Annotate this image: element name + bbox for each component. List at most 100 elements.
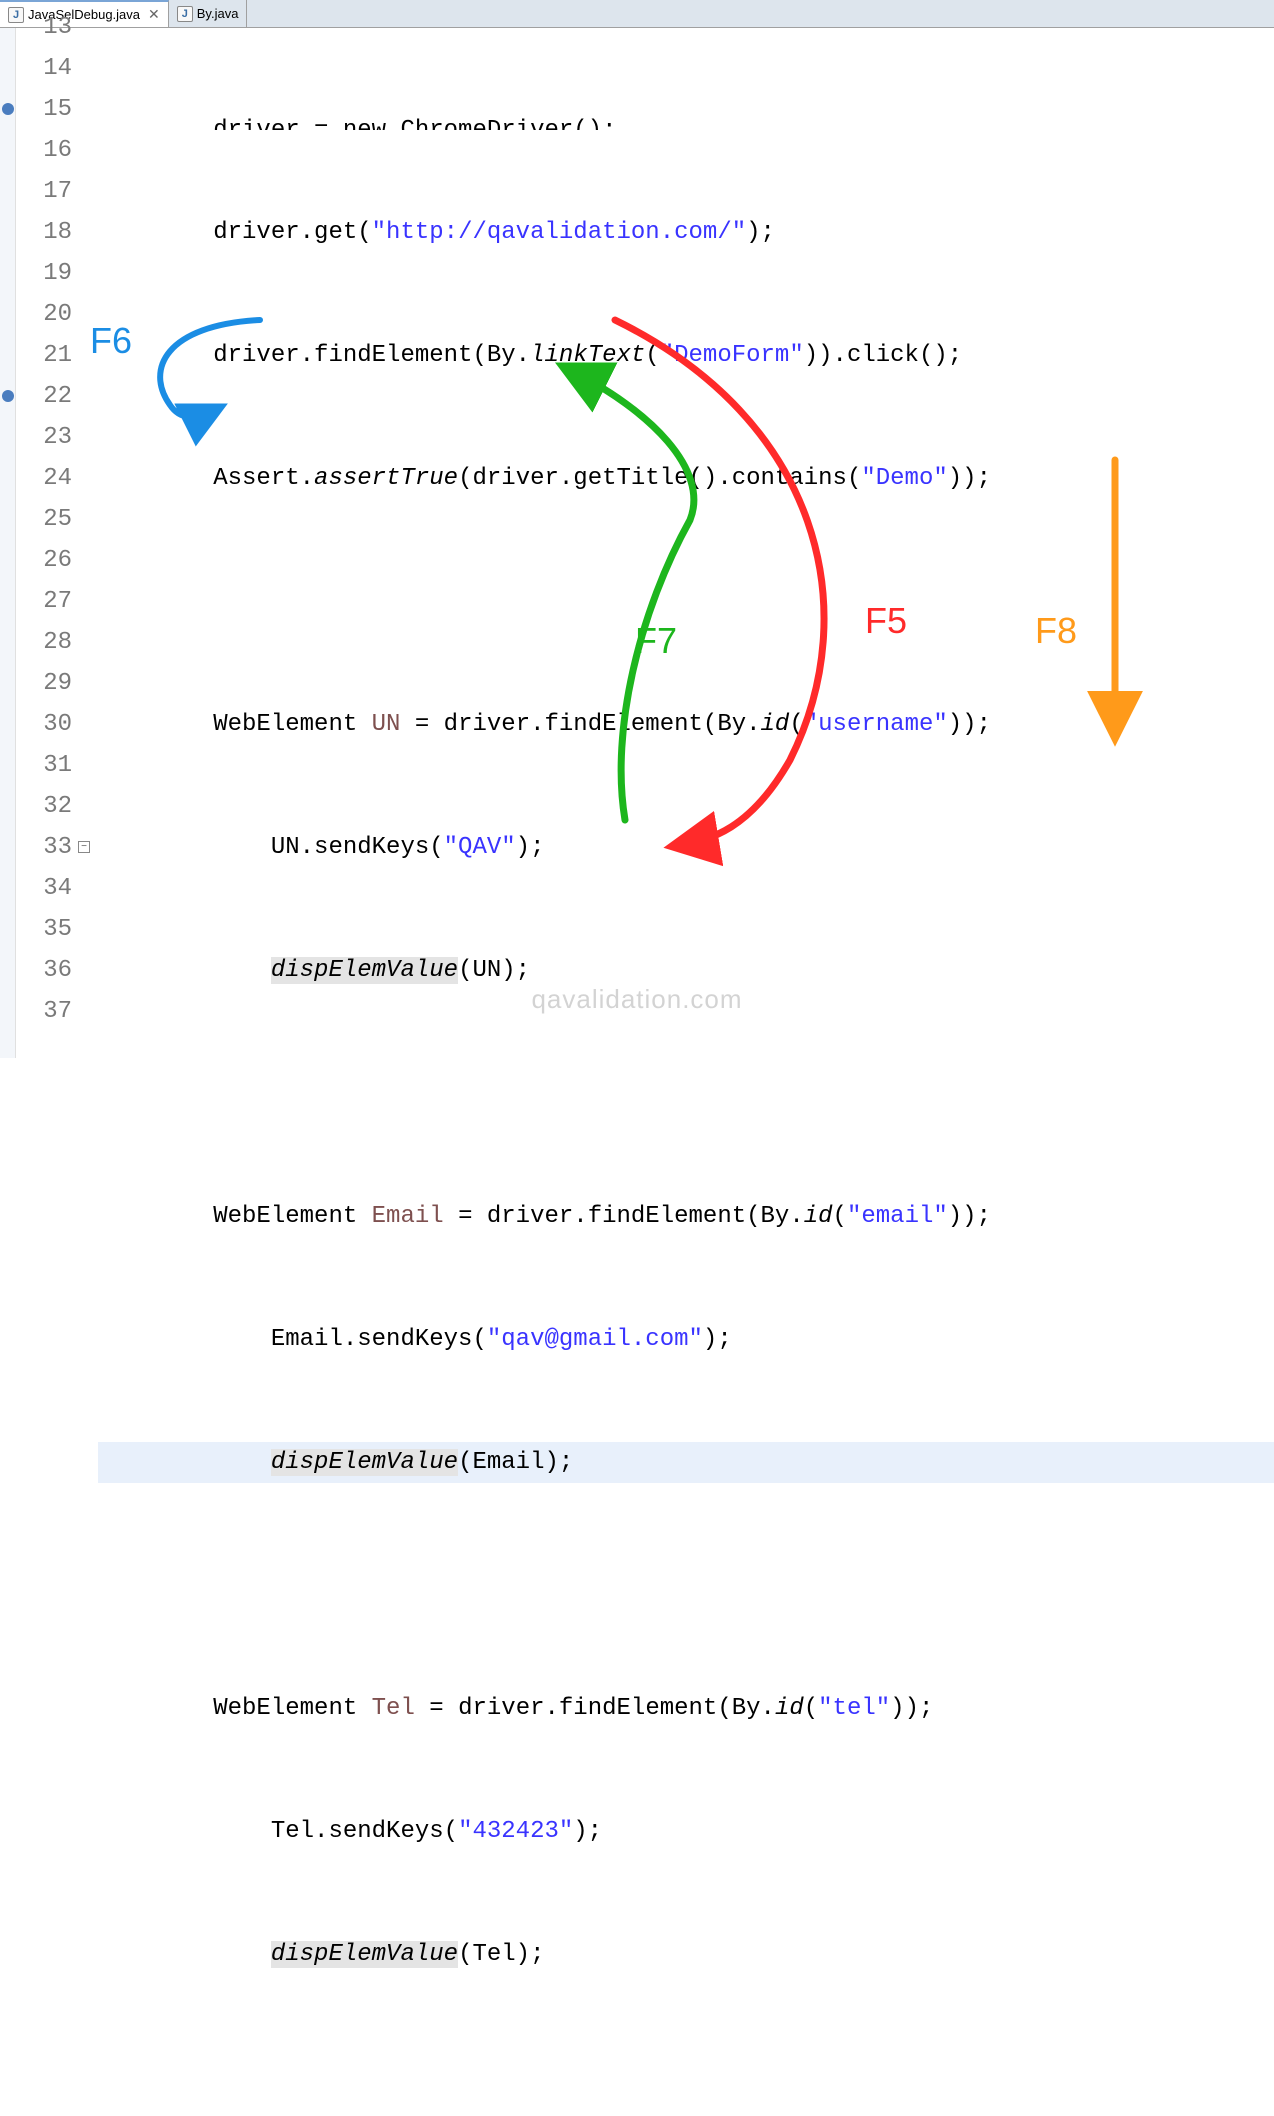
breakpoint-icon[interactable]	[2, 103, 14, 115]
gutter-marker-row[interactable]	[0, 335, 15, 376]
gutter-marker-row[interactable]	[0, 212, 15, 253]
gutter-marker-row[interactable]	[0, 171, 15, 212]
line-number: 27	[16, 581, 72, 622]
fold-row	[76, 171, 92, 212]
gutter-marker-row[interactable]	[0, 704, 15, 745]
gutter-marker-row[interactable]	[0, 950, 15, 991]
gutter-fold: −	[76, 28, 92, 1058]
line-number: 16	[16, 130, 72, 171]
annotation-f6: F6	[90, 320, 132, 362]
line-number: 14	[16, 48, 72, 89]
gutter-marker-row[interactable]	[0, 745, 15, 786]
java-file-icon: J	[8, 7, 24, 23]
close-icon[interactable]: ✕	[148, 6, 160, 23]
fold-row	[76, 48, 92, 89]
code-line: dispElemValue(UN);	[98, 950, 1274, 991]
java-file-icon: J	[177, 6, 193, 22]
gutter-markers	[0, 28, 16, 1058]
gutter-marker-row[interactable]	[0, 376, 15, 417]
fold-row	[76, 950, 92, 991]
gutter-marker-row[interactable]	[0, 622, 15, 663]
line-number: 28	[16, 622, 72, 663]
editor-tabs: J JavaSelDebug.java ✕ J By.java	[0, 0, 1274, 28]
gutter-marker-row[interactable]	[0, 253, 15, 294]
gutter-marker-row[interactable]	[0, 868, 15, 909]
gutter-marker-row[interactable]	[0, 581, 15, 622]
line-number: 21	[16, 335, 72, 376]
code-line: driver.get("http://qavalidation.com/");	[98, 212, 1274, 253]
gutter-marker-row[interactable]	[0, 417, 15, 458]
gutter-marker-row[interactable]	[0, 130, 15, 171]
line-number: 24	[16, 458, 72, 499]
line-number: 30	[16, 704, 72, 745]
annotation-f5: F5	[865, 600, 907, 642]
gutter-marker-row[interactable]	[0, 48, 15, 89]
line-number: 25	[16, 499, 72, 540]
tab-label: By.java	[197, 6, 239, 21]
gutter-marker-row[interactable]	[0, 294, 15, 335]
gutter-marker-row[interactable]	[0, 991, 15, 1032]
code-line: WebElement UN = driver.findElement(By.id…	[98, 704, 1274, 745]
code-area[interactable]: driver = new ChromeDriver(); driver.get(…	[92, 28, 1274, 1058]
code-line: Assert.assertTrue(driver.getTitle().cont…	[98, 458, 1274, 499]
fold-row	[76, 89, 92, 130]
fold-row	[76, 663, 92, 704]
fold-row	[76, 458, 92, 499]
code-line: driver.findElement(By.linkText("DemoForm…	[98, 335, 1274, 376]
gutter-marker-row[interactable]	[0, 89, 15, 130]
gutter-marker-row[interactable]	[0, 499, 15, 540]
line-number: 13	[16, 28, 72, 48]
gutter-line-numbers: 1314151617181920212223242526272829303132…	[16, 28, 76, 1058]
fold-row	[76, 991, 92, 1032]
tab-by[interactable]: J By.java	[169, 0, 248, 27]
line-number: 26	[16, 540, 72, 581]
line-number: 23	[16, 417, 72, 458]
breakpoint-icon[interactable]	[2, 390, 14, 402]
line-number: 19	[16, 253, 72, 294]
fold-row	[76, 417, 92, 458]
code-line: driver = new ChromeDriver();	[98, 110, 1274, 130]
fold-row	[76, 622, 92, 663]
line-number: 34	[16, 868, 72, 909]
line-number: 33	[16, 827, 72, 868]
code-line: Email.sendKeys("qav@gmail.com");	[98, 1319, 1274, 1360]
fold-row	[76, 581, 92, 622]
gutter-marker-row[interactable]	[0, 458, 15, 499]
fold-toggle-icon[interactable]: −	[78, 841, 90, 853]
fold-row	[76, 745, 92, 786]
code-line: WebElement Email = driver.findElement(By…	[98, 1196, 1274, 1237]
line-number: 36	[16, 950, 72, 991]
code-line	[98, 1565, 1274, 1606]
fold-row	[76, 253, 92, 294]
code-line	[98, 1073, 1274, 1114]
line-number: 22	[16, 376, 72, 417]
gutter-marker-row[interactable]	[0, 827, 15, 868]
annotation-f7: F7	[635, 620, 677, 662]
fold-row	[76, 130, 92, 171]
fold-row	[76, 704, 92, 745]
fold-row	[76, 868, 92, 909]
gutter-marker-row[interactable]	[0, 786, 15, 827]
fold-row: −	[76, 827, 92, 868]
gutter-marker-row[interactable]	[0, 28, 15, 48]
line-number: 32	[16, 786, 72, 827]
line-number: 37	[16, 991, 72, 1032]
gutter-marker-row[interactable]	[0, 540, 15, 581]
line-number: 15	[16, 89, 72, 130]
line-number: 20	[16, 294, 72, 335]
code-line-current: dispElemValue(Email);	[98, 1442, 1274, 1483]
fold-row	[76, 376, 92, 417]
code-line	[98, 2057, 1274, 2098]
code-line: dispElemValue(Tel);	[98, 1934, 1274, 1975]
line-number: 35	[16, 909, 72, 950]
code-line: UN.sendKeys("QAV");	[98, 827, 1274, 868]
gutter-marker-row[interactable]	[0, 663, 15, 704]
tab-javaseldebug[interactable]: J JavaSelDebug.java ✕	[0, 0, 169, 27]
fold-row	[76, 540, 92, 581]
annotation-f8: F8	[1035, 610, 1077, 652]
fold-row	[76, 28, 92, 48]
gutter-marker-row[interactable]	[0, 909, 15, 950]
code-line: Tel.sendKeys("432423");	[98, 1811, 1274, 1852]
fold-row	[76, 786, 92, 827]
fold-row	[76, 909, 92, 950]
